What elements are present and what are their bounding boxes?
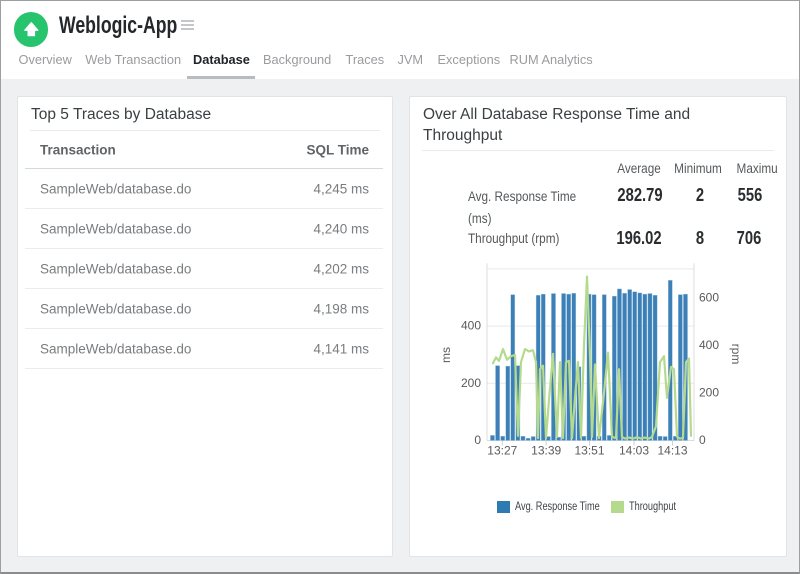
svg-text:13:27: 13:27 [487, 443, 517, 457]
svg-text:0: 0 [474, 433, 481, 447]
svg-text:ms: ms [439, 347, 453, 363]
svg-text:14:13: 14:13 [657, 443, 687, 457]
svg-text:400: 400 [461, 319, 481, 333]
svg-text:200: 200 [699, 386, 719, 400]
svg-text:rpm: rpm [729, 344, 743, 365]
svg-text:400: 400 [699, 338, 719, 352]
svg-text:14:03: 14:03 [619, 443, 649, 457]
svg-text:200: 200 [461, 376, 481, 390]
svg-text:13:39: 13:39 [531, 443, 561, 457]
svg-text:0: 0 [699, 433, 706, 447]
svg-text:13:51: 13:51 [574, 443, 604, 457]
svg-text:600: 600 [699, 291, 719, 305]
